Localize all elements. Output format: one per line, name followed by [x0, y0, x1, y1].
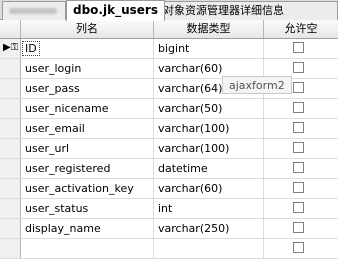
- column-name-cell[interactable]: ID: [21, 39, 154, 58]
- row-selector[interactable]: [0, 139, 21, 158]
- table-row[interactable]: user_status int: [0, 199, 338, 219]
- row-selector[interactable]: [0, 199, 21, 218]
- row-selector[interactable]: [0, 239, 21, 258]
- data-type-cell[interactable]: [154, 239, 264, 258]
- row-selector-header: [0, 20, 21, 38]
- row-selector[interactable]: [0, 99, 21, 118]
- primary-key-icon: ▶⚿: [3, 42, 19, 53]
- allow-nulls-checkbox[interactable]: [293, 202, 304, 213]
- tooltip: ajaxform2: [222, 76, 292, 94]
- column-name-cell[interactable]: user_registered: [21, 159, 154, 178]
- allow-nulls-checkbox[interactable]: [293, 82, 304, 93]
- data-type-header[interactable]: 数据类型: [154, 20, 264, 38]
- column-name-cell[interactable]: user_activation_key: [21, 179, 154, 198]
- allow-nulls-cell: [264, 159, 338, 178]
- allow-nulls-cell: [264, 39, 338, 58]
- column-name-text: user_nicename: [25, 102, 109, 115]
- allow-nulls-checkbox[interactable]: [293, 142, 304, 153]
- column-name-text: user_activation_key: [25, 182, 134, 195]
- table-row[interactable]: ▶⚿ ID bigint: [0, 39, 338, 59]
- column-name-text: user_status: [25, 202, 89, 215]
- allow-nulls-cell: [264, 119, 338, 138]
- tab-object-explorer-details[interactable]: 对象资源管理器详细信息: [158, 1, 338, 20]
- allow-nulls-cell: [264, 99, 338, 118]
- table-row[interactable]: user_activation_key varchar(60): [0, 179, 338, 199]
- allow-nulls-cell: [264, 139, 338, 158]
- allow-nulls-checkbox[interactable]: [293, 122, 304, 133]
- data-type-cell[interactable]: varchar(60): [154, 179, 264, 198]
- data-type-cell[interactable]: varchar(100): [154, 119, 264, 138]
- table-row[interactable]: user_url varchar(100): [0, 139, 338, 159]
- column-name-text: display_name: [25, 222, 101, 235]
- column-name-cell[interactable]: [21, 239, 154, 258]
- table-row[interactable]: user_registered datetime: [0, 159, 338, 179]
- column-name-cell[interactable]: user_login: [21, 59, 154, 78]
- column-name-text: user_registered: [25, 162, 111, 175]
- data-type-cell[interactable]: varchar(250): [154, 219, 264, 238]
- allow-nulls-checkbox[interactable]: [293, 182, 304, 193]
- allow-nulls-cell: [264, 199, 338, 218]
- data-type-cell[interactable]: int: [154, 199, 264, 218]
- column-name-cell[interactable]: user_email: [21, 119, 154, 138]
- row-selector[interactable]: [0, 59, 21, 78]
- table-row[interactable]: display_name varchar(250): [0, 219, 338, 239]
- blurred-tab-label: [9, 8, 57, 14]
- allow-nulls-cell: [264, 179, 338, 198]
- data-type-cell[interactable]: bigint: [154, 39, 264, 58]
- table-row[interactable]: user_nicename varchar(50): [0, 99, 338, 119]
- allow-nulls-checkbox[interactable]: [293, 62, 304, 73]
- tab-blurred[interactable]: [2, 1, 66, 20]
- column-name-cell[interactable]: user_url: [21, 139, 154, 158]
- column-name-text: ID: [22, 41, 40, 56]
- allow-nulls-checkbox[interactable]: [293, 102, 304, 113]
- row-selector[interactable]: ▶⚿: [0, 39, 21, 58]
- allow-nulls-header[interactable]: 允许空: [264, 20, 338, 38]
- column-name-text: user_url: [25, 142, 70, 155]
- column-name-header[interactable]: 列名: [21, 20, 154, 38]
- row-selector[interactable]: [0, 119, 21, 138]
- table-row[interactable]: [0, 239, 338, 259]
- grid-header: 列名 数据类型 允许空: [0, 20, 338, 39]
- column-name-text: user_login: [25, 62, 82, 75]
- allow-nulls-checkbox[interactable]: [293, 162, 304, 173]
- data-type-cell[interactable]: varchar(100): [154, 139, 264, 158]
- column-name-text: user_pass: [25, 82, 80, 95]
- row-selector[interactable]: [0, 219, 21, 238]
- allow-nulls-cell: [264, 219, 338, 238]
- column-name-cell[interactable]: user_nicename: [21, 99, 154, 118]
- allow-nulls-checkbox[interactable]: [293, 242, 304, 253]
- row-selector[interactable]: [0, 79, 21, 98]
- allow-nulls-cell: [264, 239, 338, 258]
- data-type-cell[interactable]: datetime: [154, 159, 264, 178]
- column-name-cell[interactable]: display_name: [21, 219, 154, 238]
- tab-dbo-jk-users[interactable]: dbo.jk_users: [66, 0, 165, 21]
- column-name-cell[interactable]: user_pass: [21, 79, 154, 98]
- row-selector[interactable]: [0, 179, 21, 198]
- data-type-cell[interactable]: varchar(50): [154, 99, 264, 118]
- row-selector[interactable]: [0, 159, 21, 178]
- column-name-cell[interactable]: user_status: [21, 199, 154, 218]
- allow-nulls-checkbox[interactable]: [293, 42, 304, 53]
- allow-nulls-checkbox[interactable]: [293, 222, 304, 233]
- table-row[interactable]: user_email varchar(100): [0, 119, 338, 139]
- column-name-text: user_email: [25, 122, 85, 135]
- tab-strip: dbo.jk_users 对象资源管理器详细信息: [0, 0, 338, 21]
